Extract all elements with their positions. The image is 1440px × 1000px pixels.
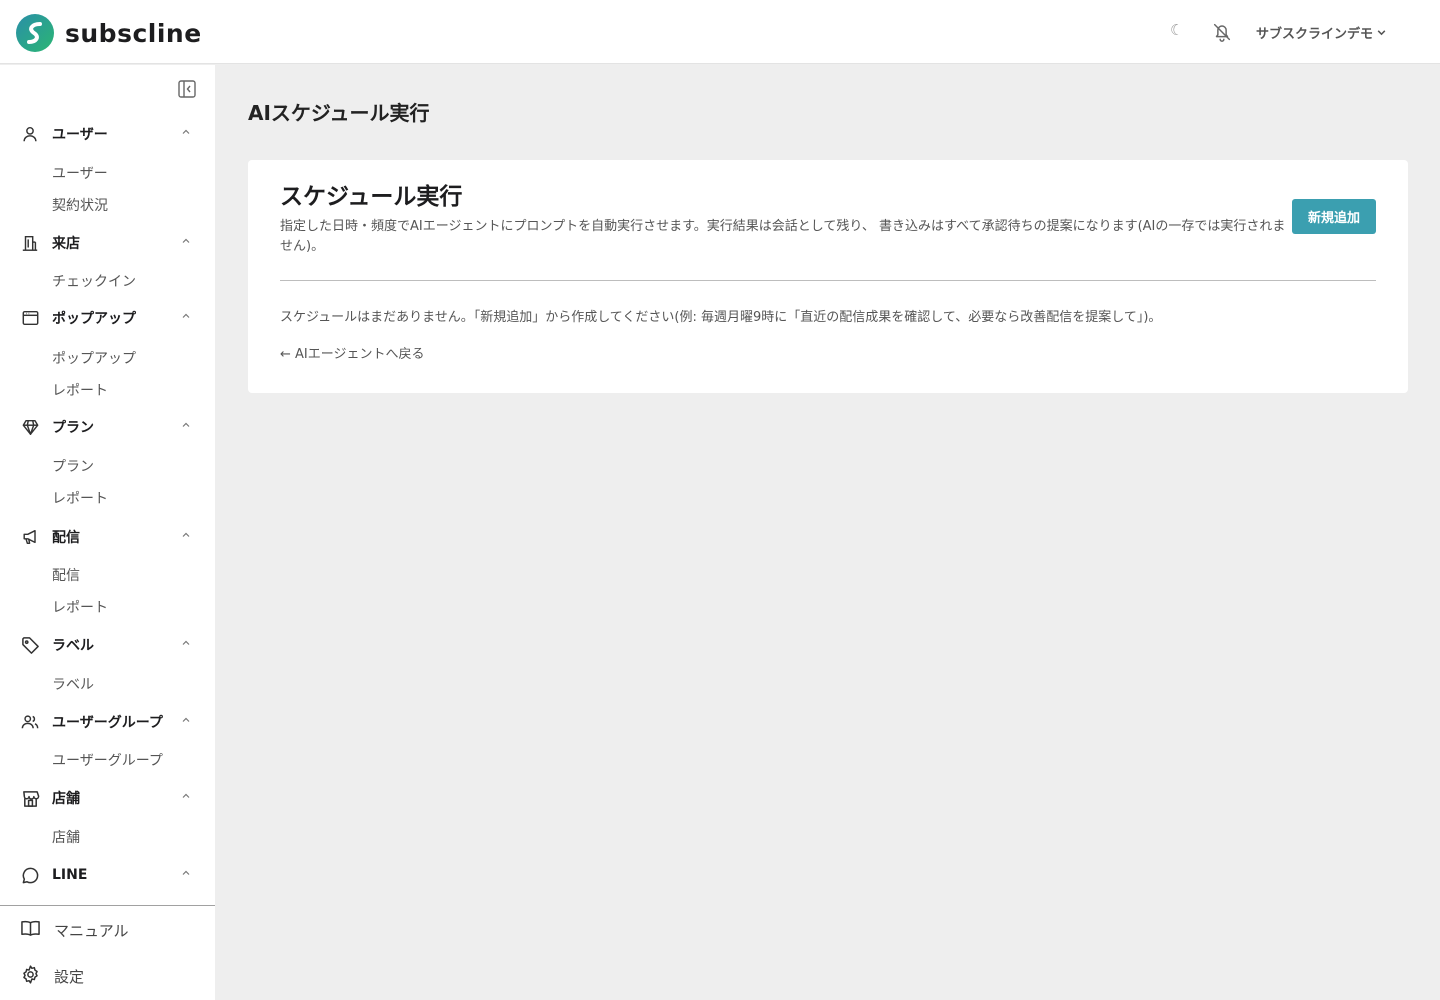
gem-icon — [20, 417, 40, 437]
account-menu[interactable]: サブスクラインデモ — [1256, 23, 1387, 42]
chevron-up-icon — [182, 422, 190, 427]
building-icon — [20, 233, 40, 253]
card-divider — [280, 280, 1376, 281]
chevron-up-icon — [182, 313, 190, 318]
sidebar-item-popup[interactable]: ポップアップ — [52, 348, 136, 368]
sidebar-group-line[interactable]: LINE — [20, 863, 195, 887]
sidebar-group-label: ラベル — [52, 638, 94, 654]
sidebar-group-label: 配信 — [52, 530, 80, 546]
megaphone-icon — [20, 527, 40, 547]
logo-mark-icon — [16, 14, 54, 52]
chevron-up-icon — [182, 129, 190, 134]
card-title: スケジュール実行 — [280, 184, 463, 210]
card-description: 指定した日時・頻度でAIエージェントにプロンプトを自動実行させます。実行結果は会… — [280, 219, 1286, 254]
tag-icon — [20, 635, 40, 655]
sidebar-collapse-icon[interactable] — [177, 79, 197, 99]
sidebar-item-manual[interactable]: マニュアル — [20, 919, 129, 942]
window-icon — [20, 308, 40, 328]
chevron-up-icon — [182, 532, 190, 537]
sidebar-item-store[interactable]: 店舗 — [52, 827, 80, 847]
sidebar-item-popup-report[interactable]: レポート — [52, 380, 108, 400]
book-icon — [20, 919, 41, 942]
sidebar-item-plan[interactable]: プラン — [52, 456, 94, 476]
sidebar-item-delivery[interactable]: 配信 — [52, 565, 80, 585]
sidebar-divider — [0, 905, 215, 906]
gear-icon — [20, 964, 41, 989]
chevron-up-icon — [182, 717, 190, 722]
sidebar-group-label-mgmt[interactable]: ラベル — [20, 633, 195, 657]
sidebar-group-plan[interactable]: プラン — [20, 415, 195, 439]
sidebar-item-checkin[interactable]: チェックイン — [52, 271, 136, 291]
back-to-ai-agent-link[interactable]: ← AIエージェントへ戻る — [280, 343, 425, 362]
account-name: サブスクラインデモ — [1256, 27, 1374, 42]
sidebar-group-label: 店舗 — [52, 791, 80, 807]
sidebar-group-delivery[interactable]: 配信 — [20, 525, 195, 549]
sidebar-group-label: LINE — [52, 867, 88, 883]
chevron-up-icon — [182, 238, 190, 243]
sidebar-footer-label: 設定 — [54, 968, 85, 986]
sidebar-group-user[interactable]: ユーザー — [20, 122, 195, 146]
sidebar-group-label: ポップアップ — [52, 311, 136, 327]
sidebar-item-delivery-report[interactable]: レポート — [52, 597, 108, 617]
sidebar-footer-label: マニュアル — [54, 922, 129, 940]
sidebar-group-label: 来店 — [52, 236, 80, 252]
sidebar-group-popup[interactable]: ポップアップ — [20, 306, 195, 330]
sidebar-group-label: プラン — [52, 420, 94, 436]
empty-state-message: スケジュールはまだありません。「新規追加」から作成してください(例: 毎週月曜9… — [280, 310, 1162, 325]
schedule-card: スケジュール実行 指定した日時・頻度でAIエージェントにプロンプトを自動実行させ… — [248, 160, 1408, 393]
sidebar-item-user-group[interactable]: ユーザーグループ — [52, 750, 163, 770]
store-icon — [20, 788, 40, 808]
top-header: subscline ☾ サブスクラインデモ — [0, 0, 1440, 64]
sidebar-item-contracts[interactable]: 契約状況 — [52, 195, 108, 215]
notifications-off-icon[interactable] — [1211, 21, 1233, 43]
brand-name: subscline — [65, 18, 202, 48]
sidebar-item-settings[interactable]: 設定 — [20, 964, 84, 989]
chevron-up-icon — [182, 870, 190, 875]
sidebar-group-store[interactable]: 店舗 — [20, 786, 195, 810]
sidebar-group-user-group[interactable]: ユーザーグループ — [20, 710, 195, 734]
sidebar: ユーザー ユーザー 契約状況 来店 チェックイン ポップアップ ポップアップ レ… — [0, 65, 215, 1000]
sidebar-item-label[interactable]: ラベル — [52, 674, 94, 694]
sidebar-group-label: ユーザーグループ — [52, 715, 163, 731]
chevron-up-icon — [182, 793, 190, 798]
chat-icon — [20, 865, 40, 885]
chevron-down-icon — [1377, 30, 1386, 36]
chevron-up-icon — [182, 640, 190, 645]
sidebar-item-users[interactable]: ユーザー — [52, 163, 108, 183]
user-icon — [20, 124, 40, 144]
sidebar-group-visit[interactable]: 来店 — [20, 231, 195, 255]
brand-logo[interactable]: subscline — [16, 14, 202, 52]
theme-toggle-icon[interactable]: ☾ — [1170, 21, 1183, 39]
page-title: AIスケジュール実行 — [248, 101, 430, 125]
sidebar-item-plan-report[interactable]: レポート — [52, 488, 108, 508]
add-new-button[interactable]: 新規追加 — [1292, 199, 1376, 234]
users-icon — [20, 712, 40, 732]
sidebar-group-label: ユーザー — [52, 127, 108, 143]
